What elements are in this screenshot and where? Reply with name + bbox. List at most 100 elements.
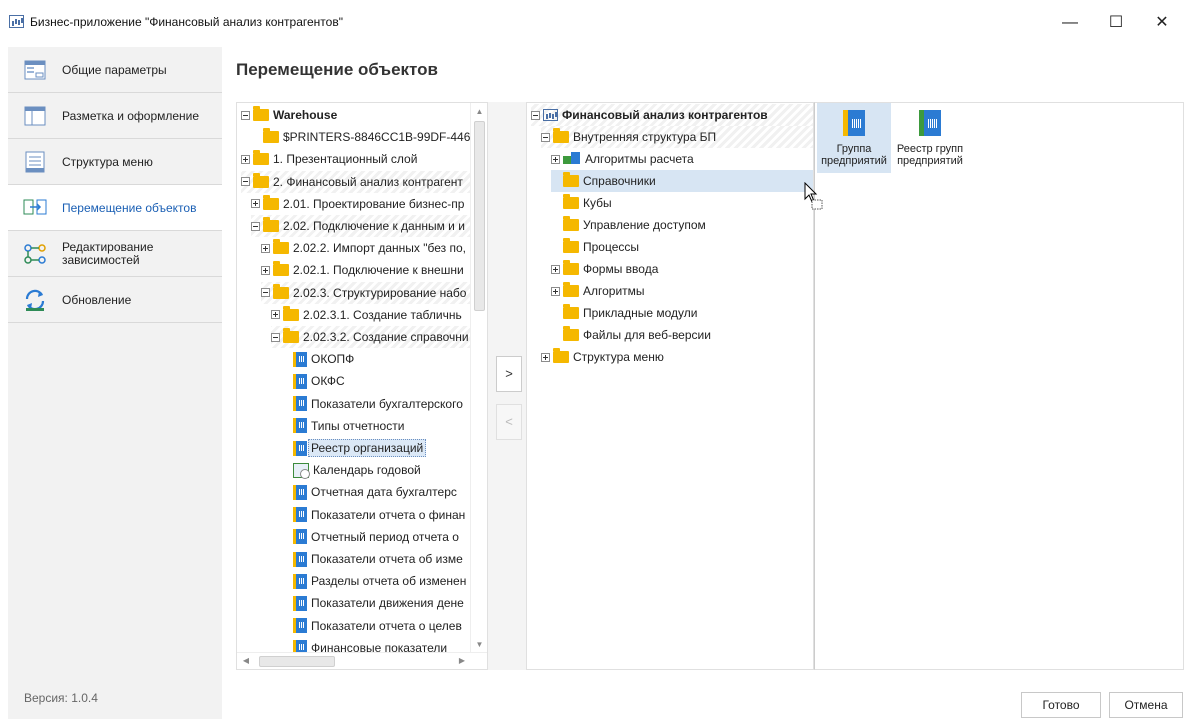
tree-node[interactable]: Справочники	[551, 170, 813, 192]
tree-node[interactable]: Внутренняя структура БП	[541, 126, 813, 148]
expand-icon[interactable]	[241, 154, 250, 164]
sidebar-item-label: Разметка и оформление	[62, 108, 200, 123]
tree-node[interactable]: Типы отчетности	[281, 415, 471, 437]
tree-node[interactable]: 2.02. Подключение к данным и и	[251, 215, 471, 238]
tree-node[interactable]: 2.01. Проектирование бизнес-пр	[251, 193, 471, 215]
tree-node[interactable]: Алгоритмы	[551, 280, 813, 302]
tree-node-label: 2.02. Подключение к данным и и	[283, 219, 465, 234]
expand-icon[interactable]	[261, 243, 270, 253]
sidebar: Общие параметры Разметка и оформление Ст…	[8, 47, 222, 719]
collapse-icon[interactable]	[541, 132, 550, 142]
content-pane[interactable]: Группа предприятий Реестр групп предприя…	[814, 102, 1184, 670]
tree-node[interactable]: 2.02.3. Структурирование набо	[261, 281, 471, 304]
tree-node[interactable]: Управление доступом	[551, 214, 813, 236]
tree-node-label: Показатели движения дене	[311, 596, 464, 611]
sidebar-item-update[interactable]: Обновление	[8, 277, 222, 323]
sidebar-item-general[interactable]: Общие параметры	[8, 47, 222, 93]
collapse-icon[interactable]	[261, 288, 270, 298]
target-tree[interactable]: Финансовый анализ контрагентов Внутренняя…	[526, 102, 814, 670]
dictionary-icon	[293, 573, 307, 589]
sidebar-item-dependencies[interactable]: Редактирование зависимостей	[8, 231, 222, 277]
source-tree[interactable]: Warehouse $PRINTERS-8846CC1B-99DF-446F-A 1…	[236, 102, 488, 670]
source-tree-vscrollbar[interactable]: ▲ ▼	[470, 103, 487, 654]
tree-node[interactable]: Разделы отчета об изменен	[281, 570, 471, 592]
move-right-button[interactable]: >	[496, 356, 522, 392]
dictionary-icon	[293, 351, 307, 367]
cancel-button[interactable]: Отмена	[1109, 692, 1183, 718]
tree-node-label: Показатели бухгалтерского	[311, 396, 463, 411]
tree-node[interactable]: Показатели движения дене	[281, 592, 471, 614]
folder-icon	[273, 261, 289, 277]
sidebar-item-label: Общие параметры	[62, 62, 167, 77]
tree-node-label: Реестр организаций	[308, 439, 427, 458]
scroll-thumb[interactable]	[259, 656, 335, 667]
sidebar-item-move-objects[interactable]: Перемещение объектов	[8, 185, 222, 231]
tree-node[interactable]: Отчетный период отчета о	[281, 526, 471, 548]
maximize-button[interactable]: ☐	[1093, 8, 1139, 38]
tree-node[interactable]: 2.02.2. Импорт данных "без по,	[261, 237, 471, 259]
content-item-label-line1: Реестр групп	[896, 143, 964, 155]
tree-node[interactable]: Показатели бухгалтерского	[281, 393, 471, 415]
expand-icon[interactable]	[271, 310, 280, 320]
tree-node[interactable]: Структура меню	[541, 346, 813, 368]
tree-node[interactable]: Файлы для веб-версии	[551, 324, 813, 346]
done-button[interactable]: Готово	[1021, 692, 1101, 718]
collapse-icon[interactable]	[531, 110, 540, 120]
tree-node[interactable]: $PRINTERS-8846CC1B-99DF-446F-A	[251, 126, 487, 148]
tree-node[interactable]: Процессы	[551, 236, 813, 258]
expand-icon[interactable]	[551, 154, 560, 164]
collapse-icon[interactable]	[241, 177, 250, 187]
scroll-thumb[interactable]	[474, 121, 485, 311]
scroll-down-arrow-icon[interactable]: ▼	[471, 638, 487, 652]
tree-node[interactable]: Показатели отчета о целев	[281, 615, 471, 637]
tree-node-label: ОКФС	[311, 374, 345, 389]
move-left-button[interactable]: <	[496, 404, 522, 440]
tree-node[interactable]: ОКФС	[281, 370, 471, 392]
tree-node[interactable]: Финансовый анализ контрагентов	[531, 104, 813, 126]
tree-node[interactable]: Показатели отчета о финан	[281, 504, 471, 526]
collapse-icon[interactable]	[251, 221, 260, 231]
tree-node[interactable]: Формы ввода	[551, 258, 813, 280]
scroll-up-arrow-icon[interactable]: ▲	[471, 105, 487, 119]
tree-node[interactable]: Кубы	[551, 192, 813, 214]
tree-node[interactable]: ОКОПФ	[281, 348, 471, 370]
tree-node[interactable]: Показатели отчета об изме	[281, 548, 471, 570]
app-icon	[9, 15, 24, 28]
scroll-left-arrow-icon[interactable]: ◀	[239, 654, 253, 668]
close-button[interactable]: ✕	[1139, 8, 1185, 38]
source-tree-hscrollbar[interactable]: ◀ ▶	[237, 652, 487, 669]
tree-node-label: Разделы отчета об изменен	[311, 574, 467, 589]
folder-icon	[553, 348, 569, 363]
tree-node[interactable]: Отчетная дата бухгалтерс	[281, 481, 471, 503]
tree-node[interactable]: Реестр организаций	[281, 437, 471, 459]
content-item[interactable]: Группа предприятий	[817, 103, 891, 173]
content-item[interactable]: Реестр групп предприятий	[893, 103, 967, 173]
tree-node[interactable]: 2.02.1. Подключение к внешни	[261, 259, 471, 281]
expand-icon[interactable]	[551, 264, 560, 274]
tree-node[interactable]: Календарь годовой	[281, 459, 471, 481]
collapse-icon[interactable]	[271, 332, 280, 342]
folder-icon	[563, 172, 579, 187]
expand-icon[interactable]	[541, 352, 550, 362]
scroll-right-arrow-icon[interactable]: ▶	[455, 654, 469, 668]
tree-node[interactable]: Warehouse	[241, 104, 471, 126]
tree-node[interactable]: Прикладные модули	[551, 302, 813, 324]
sidebar-item-menu-structure[interactable]: Структура меню	[8, 139, 222, 185]
collapse-icon[interactable]	[241, 110, 250, 120]
folder-icon	[563, 326, 579, 341]
tree-node[interactable]: 1. Презентационный слой	[241, 148, 471, 170]
tree-node[interactable]: 2.02.3.1. Создание табличнь	[271, 304, 471, 326]
expand-icon[interactable]	[261, 265, 270, 275]
expand-icon[interactable]	[251, 199, 260, 209]
tree-node[interactable]: 2. Финансовый анализ контрагент	[241, 170, 471, 193]
sidebar-item-label: Обновление	[62, 292, 132, 307]
sidebar-item-layout[interactable]: Разметка и оформление	[8, 93, 222, 139]
expand-icon[interactable]	[551, 286, 560, 296]
tree-node[interactable]: 2.02.3.2. Создание справочни	[271, 326, 471, 349]
minimize-button[interactable]: —	[1047, 8, 1093, 38]
tree-node[interactable]: Алгоритмы расчета	[551, 148, 813, 170]
dictionary-icon	[293, 595, 307, 611]
